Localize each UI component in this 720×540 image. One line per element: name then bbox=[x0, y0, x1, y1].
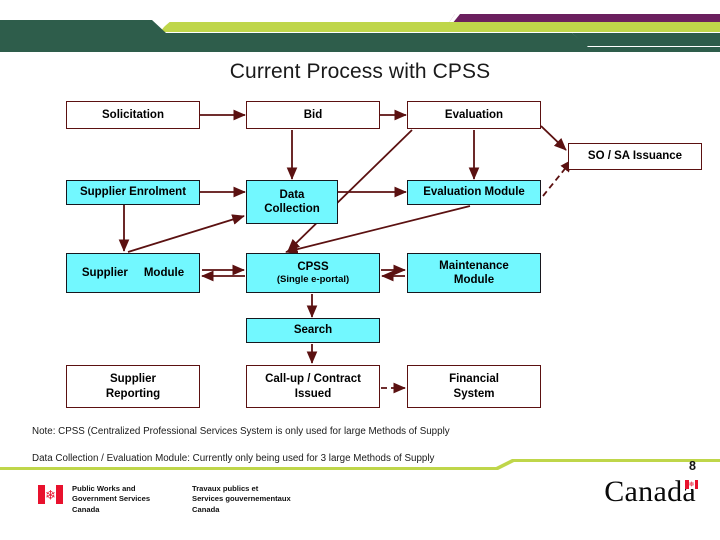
signature-words: Public Works and Government Services Can… bbox=[72, 484, 291, 515]
node-callup-contract-issued[interactable]: Call-up / Contract Issued bbox=[246, 365, 380, 408]
node-evaluation-module[interactable]: Evaluation Module bbox=[407, 180, 541, 205]
node-so-sa-issuance[interactable]: SO / SA Issuance bbox=[568, 143, 702, 170]
node-label: CPSS bbox=[297, 260, 329, 273]
node-sublabel: (Single e-portal) bbox=[276, 274, 350, 286]
node-label: SO / SA Issuance bbox=[587, 150, 683, 163]
footer-rule bbox=[0, 458, 720, 472]
federal-identity-signature: ❄ Public Works and Government Services C… bbox=[38, 484, 291, 515]
node-supplier-reporting[interactable]: Supplier Reporting bbox=[66, 365, 200, 408]
node-evaluation[interactable]: Evaluation bbox=[407, 101, 541, 129]
node-label: Supplier Enrolment bbox=[79, 186, 187, 199]
node-label: Search bbox=[293, 324, 333, 337]
node-bid[interactable]: Bid bbox=[246, 101, 380, 129]
sig-en-line1: Public Works and bbox=[72, 484, 136, 493]
node-supplier-enrolment[interactable]: Supplier Enrolment bbox=[66, 180, 200, 205]
wordmark-flag-icon: ❄ bbox=[685, 480, 698, 489]
arrow-supplier-module-to-data-collection bbox=[127, 214, 245, 253]
page-number: 8 bbox=[689, 459, 696, 473]
node-label: Call-up / Contract Issued bbox=[265, 373, 361, 400]
node-label: Financial System bbox=[449, 373, 499, 400]
sig-fr-line2: Services gouvernementaux bbox=[192, 494, 291, 504]
node-solicitation[interactable]: Solicitation bbox=[66, 101, 200, 129]
node-label: Evaluation bbox=[444, 108, 504, 121]
node-label: Solicitation bbox=[102, 108, 164, 121]
node-label: Bid bbox=[303, 108, 323, 121]
footer-lime-line bbox=[0, 459, 720, 470]
sig-fr-line3: Canada bbox=[192, 504, 220, 514]
canada-wordmark: Canada ❄ bbox=[604, 475, 698, 508]
sig-fr-line1: Travaux publics et bbox=[192, 484, 259, 493]
node-label: Supplier Reporting bbox=[105, 373, 161, 400]
node-label: Supplier Module bbox=[81, 266, 185, 279]
signature-french: Travaux publics et Services gouvernement… bbox=[192, 484, 291, 515]
node-label: Data Collection bbox=[264, 188, 320, 215]
node-maintenance-module[interactable]: Maintenance Module bbox=[407, 253, 541, 293]
slide: Current Process with CPSS Solicitation B… bbox=[0, 0, 720, 540]
node-label: Evaluation Module bbox=[423, 186, 525, 199]
notes-block: Note: CPSS (Centralized Professional Ser… bbox=[32, 427, 592, 481]
note-line-1: Note: CPSS (Centralized Professional Ser… bbox=[32, 426, 450, 437]
sig-en-line2: Government Services bbox=[72, 494, 151, 504]
node-data-collection[interactable]: Data Collection bbox=[246, 180, 338, 224]
node-supplier-module[interactable]: Supplier Module bbox=[66, 253, 200, 293]
sig-en-line3: Canada bbox=[72, 504, 100, 514]
arrow-evaluation-to-so-sa bbox=[540, 125, 567, 151]
node-search[interactable]: Search bbox=[246, 318, 380, 343]
wordmark-text: Canada bbox=[604, 475, 696, 508]
node-financial-system[interactable]: Financial System bbox=[407, 365, 541, 408]
node-cpss[interactable]: CPSS (Single e-portal) bbox=[246, 253, 380, 293]
signature-english: Public Works and Government Services Can… bbox=[72, 484, 192, 515]
canada-flag-icon: ❄ bbox=[38, 485, 63, 504]
node-label: Maintenance Module bbox=[439, 259, 509, 286]
